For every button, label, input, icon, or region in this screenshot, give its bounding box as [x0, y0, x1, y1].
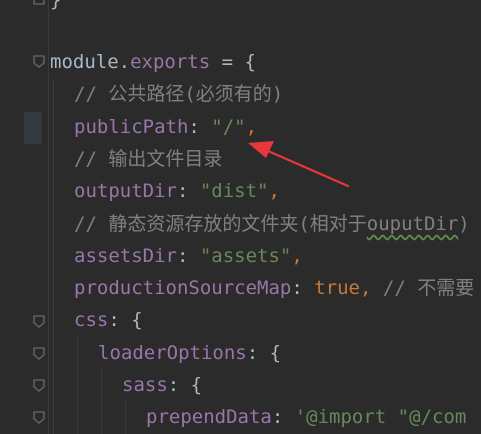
code-editor[interactable]: } module.exports = { // 公共路径(必须有的) publi… [0, 0, 481, 434]
annotation-arrow-icon [248, 141, 350, 188]
